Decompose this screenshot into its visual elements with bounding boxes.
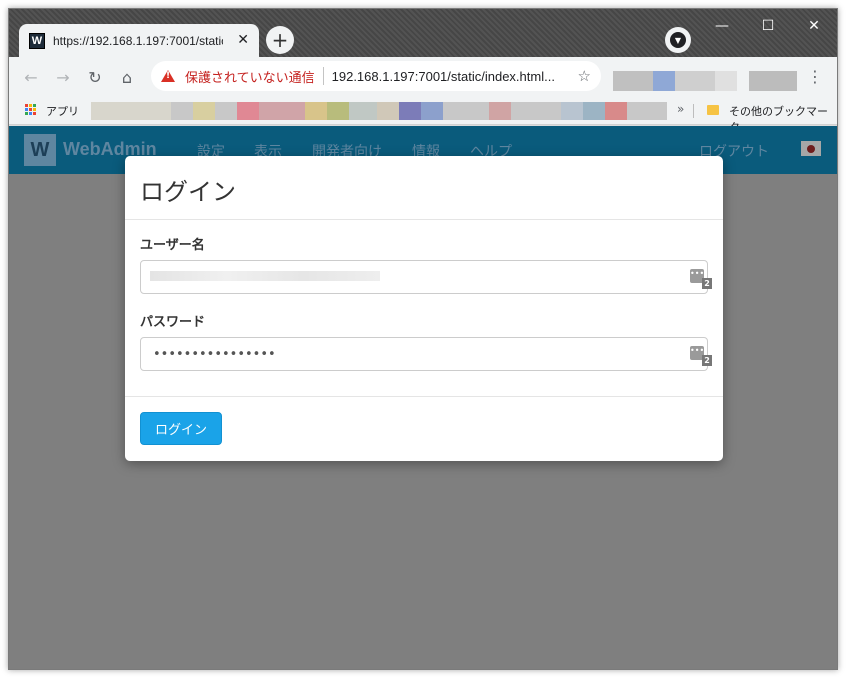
bookmark-item[interactable] [91,102,171,120]
password-input[interactable] [140,337,708,371]
reload-icon[interactable]: ↻ [83,65,107,89]
apps-label[interactable]: アプリ [46,103,79,119]
modal-header: ログイン [125,156,723,220]
chevron-down-icon: ▼ [670,32,686,48]
bookmark-item[interactable] [193,102,215,120]
bookmark-item[interactable] [377,102,399,120]
password-manager-badge: 2 [702,355,712,366]
url-text[interactable]: 192.168.1.197:7001/static/index.html... [332,69,555,84]
bookmark-item[interactable] [489,102,511,120]
tab-search-button[interactable]: ▼ [665,27,691,53]
language-flag-icon[interactable] [801,141,821,156]
address-bar[interactable]: 保護されていない通信 192.168.1.197:7001/static/ind… [151,61,601,91]
bookmark-item[interactable] [605,102,627,120]
bookmarks-overflow-chevron-icon[interactable]: » [677,102,684,116]
apps-grid-icon[interactable] [25,104,37,116]
bookmark-item[interactable] [511,102,561,120]
profile-avatar[interactable] [749,71,797,91]
extension-icon[interactable] [675,71,715,91]
page-content: W WebAdmin 設定 表示 開発者向け 情報 ヘルプ ログアウト ログイン… [9,126,837,669]
folder-icon [707,105,719,115]
omnibox-divider [322,67,324,85]
security-warning-text[interactable]: 保護されていない通信 [185,67,315,86]
login-button[interactable]: ログイン [140,412,222,445]
tab-title: https://192.168.1.197:7001/static [53,33,223,48]
bookmark-item[interactable] [171,102,193,120]
browser-tab[interactable]: W https://192.168.1.197:7001/static ✕ [19,24,259,57]
bookmark-item[interactable] [443,102,489,120]
home-icon[interactable]: ⌂ [115,65,139,89]
bookmarks-bar: アプリ » その他のブックマーク [9,95,837,134]
browser-window: W https://192.168.1.197:7001/static ✕ + … [8,8,838,670]
new-tab-button[interactable]: + [266,26,294,54]
extension-icon[interactable] [613,71,653,91]
browser-menu-icon[interactable]: ⋮ [807,67,823,86]
bookmark-item[interactable] [583,102,605,120]
close-window-button[interactable]: ✕ [791,15,837,37]
tab-close-icon[interactable]: ✕ [237,32,249,48]
bookmark-item[interactable] [237,102,259,120]
tab-strip: W https://192.168.1.197:7001/static ✕ + … [9,9,837,57]
username-field-wrap: ••• 2 [140,260,712,294]
extension-icon[interactable] [653,71,675,91]
back-arrow-icon[interactable]: ← [19,65,43,89]
maximize-button[interactable]: ☐ [745,15,791,37]
webadmin-logo-icon[interactable]: W [24,134,56,166]
password-manager-badge: 2 [702,278,712,289]
warning-icon [161,70,175,82]
login-dialog: ログイン ユーザー名 ••• 2 パスワード ••• 2 ログイン [125,156,723,461]
modal-title: ログイン [140,178,236,206]
bookmark-item[interactable] [327,102,349,120]
minimize-button[interactable]: — [699,15,745,37]
password-label: パスワード [140,315,206,330]
bookmark-item[interactable] [259,102,305,120]
bookmark-item[interactable] [215,102,237,120]
browser-toolbar: ← → ↻ ⌂ 保護されていない通信 192.168.1.197:7001/st… [9,57,837,95]
bookmark-item[interactable] [305,102,327,120]
bookmarks-divider [693,104,694,118]
extension-icon[interactable] [715,71,737,91]
webadmin-favicon-icon: W [29,32,45,49]
password-field-wrap: ••• 2 [140,337,712,371]
redacted-username [150,271,380,281]
bookmark-star-icon[interactable]: ☆ [578,67,591,85]
modal-footer: ログイン [125,397,723,460]
bookmark-item[interactable] [421,102,443,120]
bookmark-item[interactable] [349,102,377,120]
modal-body: ユーザー名 ••• 2 パスワード ••• 2 [125,220,723,397]
forward-arrow-icon[interactable]: → [51,65,75,89]
username-label: ユーザー名 [140,238,205,253]
bookmark-item[interactable] [561,102,583,120]
bookmark-item[interactable] [627,102,667,120]
bookmark-item[interactable] [399,102,421,120]
